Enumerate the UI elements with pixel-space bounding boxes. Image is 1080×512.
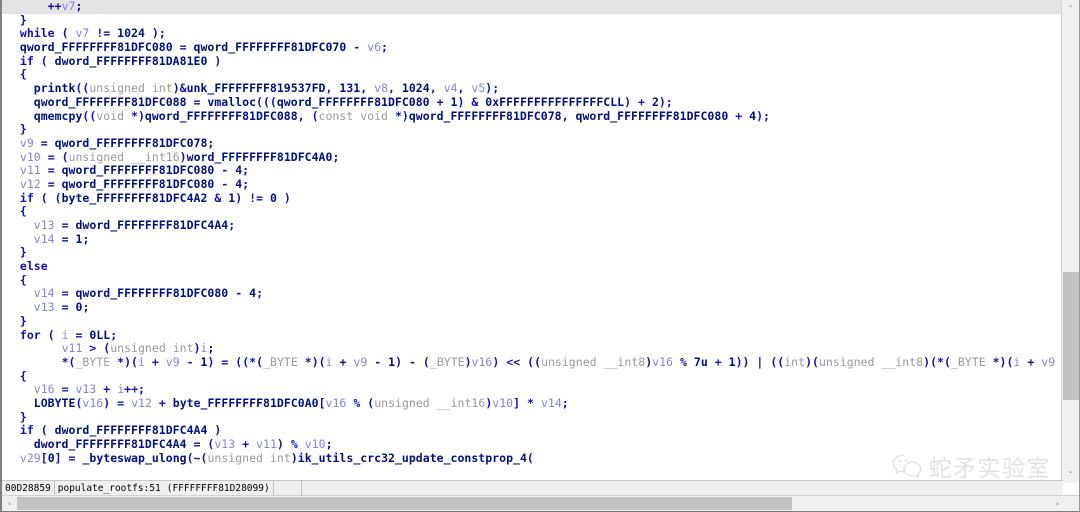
scroll-up-icon[interactable]: ˄ [1062,0,1079,17]
code-line[interactable]: v13 = dword_FFFFFFFF81DFC4A4; [2,218,1063,233]
code-line[interactable]: *(_BYTE *)(i + v9 - 1) = ((*(_BYTE *)(i … [2,355,1063,370]
vertical-scrollbar[interactable]: ˄ ˅ [1061,0,1079,483]
scroll-left-icon[interactable]: ‹ [2,496,17,511]
code-line[interactable]: else [2,259,1063,274]
code-line[interactable]: v16 = v13 + i++; [2,382,1063,397]
code-line[interactable]: v10 = (unsigned __int16)word_FFFFFFFF81D… [2,150,1063,165]
scroll-down-icon[interactable]: ˅ [1062,466,1079,483]
code-line[interactable]: v12 = qword_FFFFFFFF81DFC080 - 4; [2,177,1063,192]
code-line[interactable]: v11 > (unsigned int)i; [2,341,1063,356]
pseudocode-text[interactable]: ++v7; } while ( v7 != 1024 ); qword_FFFF… [2,0,1063,465]
code-line[interactable]: if ( dword_FFFFFFFF81DA81E0 ) [2,54,1063,69]
status-address: (FFFFFFFF81D28099) [164,480,274,496]
code-line[interactable]: { [2,204,1063,219]
code-line[interactable]: qword_FFFFFFFF81DFC080 = qword_FFFFFFFF8… [2,40,1063,55]
code-line[interactable]: v14 = 1; [2,232,1063,247]
code-line[interactable]: qword_FFFFFFFF81DFC088 = vmalloc(((qword… [2,95,1063,110]
code-line[interactable]: v29[0] = _byteswap_ulong(~(unsigned int)… [2,451,1063,466]
code-line[interactable]: dword_FFFFFFFF81DFC4A4 = (v13 + v11) % v… [2,437,1063,452]
status-offset: 00D28859 [2,480,55,496]
code-line[interactable]: } [2,122,1063,137]
scrollbar-corner [1065,496,1079,511]
code-line[interactable]: ++v7; [2,0,1063,14]
code-line[interactable]: } [2,410,1063,425]
pseudocode-window: ++v7; } while ( v7 != 1024 ); qword_FFFF… [0,0,1080,512]
horizontal-scrollbar[interactable]: ‹ › [2,495,1079,511]
code-line[interactable]: v11 = qword_FFFFFFFF81DFC080 - 4; [2,163,1063,178]
code-line[interactable]: { [2,369,1063,384]
code-line[interactable]: if ( dword_FFFFFFFF81DFC4A4 ) [2,423,1063,438]
code-line[interactable]: v14 = qword_FFFFFFFF81DFC080 - 4; [2,287,1063,301]
code-line[interactable]: } [2,13,1063,28]
code-line[interactable]: { [2,68,1063,82]
pseudocode-pane[interactable]: ++v7; } while ( v7 != 1024 ); qword_FFFF… [2,0,1063,483]
code-line[interactable]: printk((unsigned int)&unk_FFFFFFFF819537… [2,81,1063,96]
scroll-right-icon[interactable]: › [1050,496,1065,511]
code-line[interactable]: LOBYTE(v16) = v12 + byte_FFFFFFFF81DFC0A… [2,396,1063,411]
status-bar: 00D28859 populate_rootfs:51 (FFFFFFFF81D… [2,480,1063,496]
code-line[interactable]: { [2,273,1063,288]
code-line[interactable]: qmemcpy((void *)qword_FFFFFFFF81DFC088, … [2,109,1063,124]
horizontal-scrollbar-thumb[interactable] [17,497,792,510]
code-line[interactable]: v9 = qword_FFFFFFFF81DFC078; [2,136,1063,151]
status-location: populate_rootfs:51 [57,482,161,494]
code-line[interactable]: } [2,314,1063,329]
status-extra-cell [274,480,302,496]
vertical-scrollbar-thumb[interactable] [1063,272,1079,400]
code-line[interactable]: for ( i = 0LL; [2,328,1063,343]
code-line[interactable]: while ( v7 != 1024 ); [2,27,1063,41]
code-line[interactable]: } [2,246,1063,260]
code-line[interactable]: v13 = 0; [2,300,1063,315]
code-line[interactable]: if ( (byte_FFFFFFFF81DFC4A2 & 1) != 0 ) [2,191,1063,206]
